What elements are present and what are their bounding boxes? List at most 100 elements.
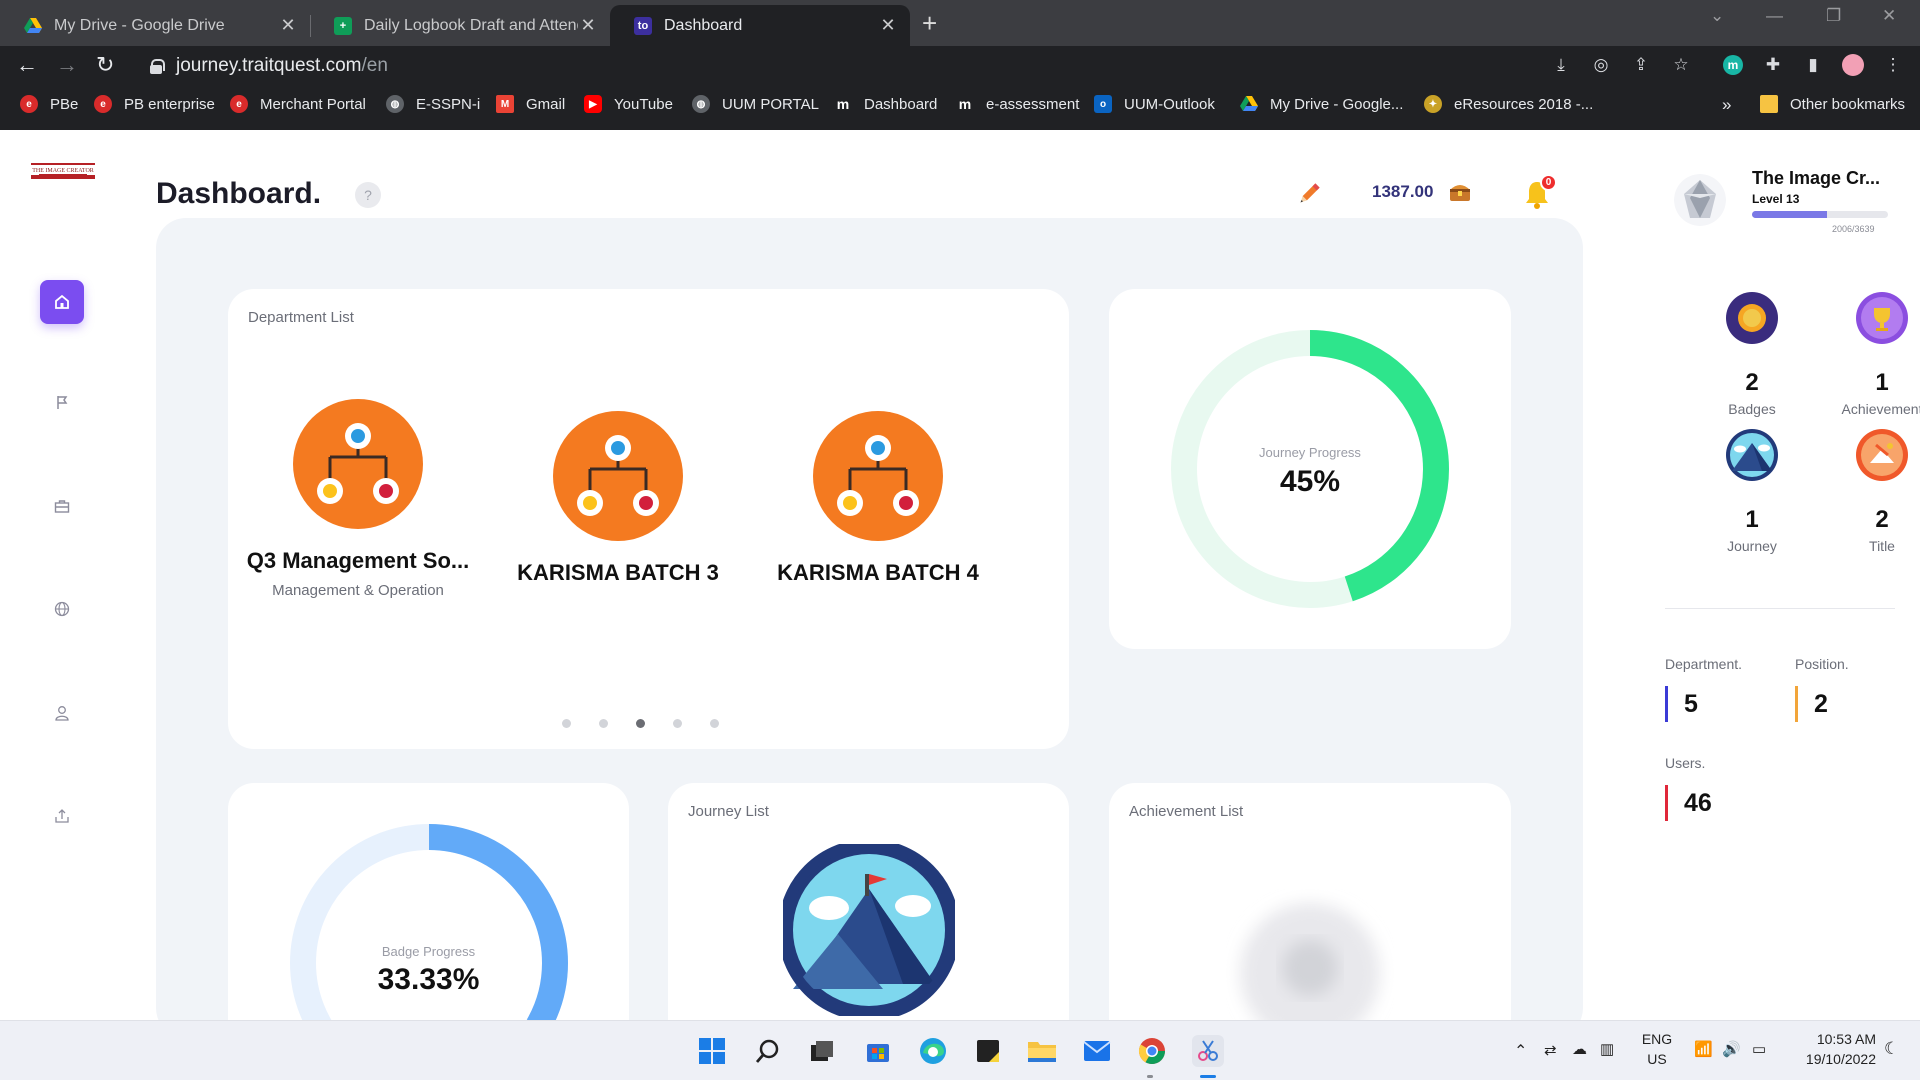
user-icon[interactable] [52, 703, 72, 723]
stat-title[interactable]: 2 Title [1822, 429, 1920, 554]
notification-count-badge: 0 [1540, 174, 1557, 191]
tab-google-drive[interactable]: My Drive - Google Drive ✕ [0, 5, 310, 46]
tab-daily-logbook[interactable]: + Daily Logbook Draft and Attenda ✕ [310, 5, 610, 46]
lock-icon[interactable] [150, 59, 165, 74]
bookmark-pb-enterprise[interactable]: e PB enterprise [94, 95, 215, 113]
minimize-button[interactable]: — [1766, 6, 1783, 26]
search-icon[interactable] [752, 1035, 784, 1067]
profile-avatar[interactable] [1674, 174, 1726, 226]
share-icon[interactable]: ⇪ [1628, 52, 1654, 78]
pagination-dot[interactable] [673, 719, 682, 728]
wifi-icon[interactable]: 📶 [1694, 1040, 1713, 1058]
profile-avatar-icon[interactable] [1840, 52, 1866, 78]
bookmark-dashboard[interactable]: m Dashboard [834, 95, 938, 113]
bookmark-uum-portal[interactable]: ◍ UUM PORTAL [692, 95, 819, 113]
new-tab-button[interactable]: + [922, 8, 937, 39]
address-bar[interactable]: journey.traitquest.com/en [140, 47, 1690, 85]
briefcase-icon[interactable] [52, 496, 72, 516]
bookmark-uum-outlook[interactable]: o UUM-Outlook [1094, 95, 1215, 113]
browser-menu-icon[interactable]: ⋮ [1880, 52, 1906, 78]
other-bookmarks[interactable]: Other bookmarks [1760, 95, 1905, 113]
bookmark-label: PB enterprise [124, 95, 215, 113]
start-icon[interactable] [696, 1035, 728, 1067]
url-host: journey.traitquest.com [176, 55, 362, 76]
close-window-button[interactable]: ✕ [1882, 6, 1896, 26]
file-explorer-icon[interactable] [1026, 1035, 1058, 1067]
help-button[interactable]: ? [355, 182, 381, 208]
pagination-dot[interactable] [599, 719, 608, 728]
browser-toolbar: ← → ↻ journey.traitquest.com/en ⤓ ◎ ⇪ ☆ … [0, 46, 1920, 130]
bookmark-eresources[interactable]: ✦ eResources 2018 -... [1424, 95, 1593, 113]
bookmark-merchant-portal[interactable]: e Merchant Portal [230, 95, 366, 113]
globe-icon[interactable] [52, 599, 72, 619]
edge-icon[interactable] [917, 1035, 949, 1067]
stat-badges[interactable]: 2 Badges [1692, 292, 1812, 417]
focus-moon-icon[interactable]: ☾ [1884, 1039, 1899, 1059]
pencil-icon[interactable] [1295, 180, 1323, 208]
side-panel-icon[interactable]: ▮ [1800, 52, 1826, 78]
more-bookmarks-button[interactable]: » [1722, 95, 1731, 115]
clock[interactable]: 10:53 AM 19/10/2022 [1786, 1031, 1876, 1067]
language-indicator[interactable]: ENG US [1632, 1031, 1682, 1067]
microsoft-store-icon[interactable] [862, 1035, 894, 1067]
bookmark-youtube[interactable]: ▶ YouTube [584, 95, 673, 113]
back-button[interactable]: ← [16, 52, 38, 78]
tracking-protection-icon[interactable]: ◎ [1588, 52, 1614, 78]
bookmark-pbe[interactable]: e PBe [20, 95, 78, 113]
onedrive-icon[interactable]: ☁ [1572, 1040, 1587, 1058]
extension-m-icon[interactable]: m [1720, 52, 1746, 78]
battery-icon[interactable]: ▭ [1752, 1040, 1766, 1058]
mail-icon[interactable] [1081, 1035, 1113, 1067]
flag-icon[interactable] [52, 392, 72, 412]
install-app-icon[interactable]: ⤓ [1548, 52, 1574, 78]
department-item[interactable]: Q3 Management So... Management & Operati… [243, 399, 473, 599]
close-icon[interactable]: ✕ [578, 15, 598, 36]
tab-search-icon[interactable]: ⌄ [1710, 6, 1724, 26]
pagination-dot[interactable] [710, 719, 719, 728]
department-item[interactable]: KARISMA BATCH 4 [763, 411, 993, 586]
logout-icon[interactable] [52, 806, 72, 826]
reload-button[interactable]: ↻ [96, 52, 114, 78]
show-hidden-icons-icon[interactable]: ⌃ [1514, 1041, 1527, 1061]
department-list-card: Department List Q3 Management So... Mana… [228, 289, 1069, 749]
brand-logo[interactable]: THE IMAGE CREATOR [31, 163, 95, 179]
page-title: Dashboard. [156, 177, 322, 210]
volume-icon[interactable]: 🔊 [1722, 1040, 1741, 1058]
close-icon[interactable]: ✕ [278, 15, 298, 36]
meet-icon[interactable]: ▥ [1600, 1040, 1614, 1058]
department-item[interactable]: KARISMA BATCH 3 [503, 411, 733, 586]
extensions-puzzle-icon[interactable]: ✚ [1760, 52, 1786, 78]
globe-icon: ◍ [692, 95, 710, 113]
pagination-dot-active[interactable] [636, 719, 645, 728]
svg-text:THE IMAGE CREATOR: THE IMAGE CREATOR [32, 168, 94, 174]
stat-label: Journey [1727, 538, 1777, 554]
settings-sliders-icon[interactable]: ⇄ [1544, 1041, 1557, 1059]
sidebar-home-button[interactable] [40, 280, 84, 324]
stat-achievement[interactable]: 1 Achievement [1822, 292, 1920, 417]
task-view-icon[interactable] [806, 1035, 838, 1067]
carousel-pagination [562, 719, 719, 728]
pagination-dot[interactable] [562, 719, 571, 728]
bookmark-gmail[interactable]: M Gmail [496, 95, 565, 113]
bookmark-star-icon[interactable]: ☆ [1668, 52, 1694, 78]
sticky-notes-icon[interactable] [972, 1035, 1004, 1067]
stat-journey[interactable]: 1 Journey [1692, 429, 1812, 554]
browser-tab-strip: My Drive - Google Drive ✕ + Daily Logboo… [0, 0, 1920, 46]
dashboard-page: THE IMAGE CREATOR Dashboard. ? 1387.00 0… [0, 130, 1920, 1020]
tab-dashboard[interactable]: to Dashboard ✕ [610, 5, 910, 46]
bookmark-e-sspn-i[interactable]: ◍ E-SSPN-i [386, 95, 480, 113]
forward-button[interactable]: → [56, 52, 78, 78]
bookmark-my-drive[interactable]: My Drive - Google... [1240, 95, 1403, 113]
bookmark-e-assessment[interactable]: m e-assessment [956, 95, 1080, 113]
treasure-chest-icon[interactable] [1448, 180, 1472, 204]
chrome-icon[interactable] [1136, 1035, 1168, 1067]
snipping-tool-icon[interactable] [1192, 1035, 1224, 1067]
journey-mountain-icon[interactable] [783, 844, 955, 1016]
close-icon[interactable]: ✕ [878, 15, 898, 36]
restore-button[interactable]: ❐ [1826, 6, 1841, 26]
bookmark-label: PBe [50, 95, 79, 113]
bookmark-label: Other bookmarks [1790, 95, 1906, 113]
google-drive-icon [1240, 95, 1258, 113]
title-hand-icon [1856, 429, 1908, 481]
badge-medal-icon [1726, 292, 1778, 344]
